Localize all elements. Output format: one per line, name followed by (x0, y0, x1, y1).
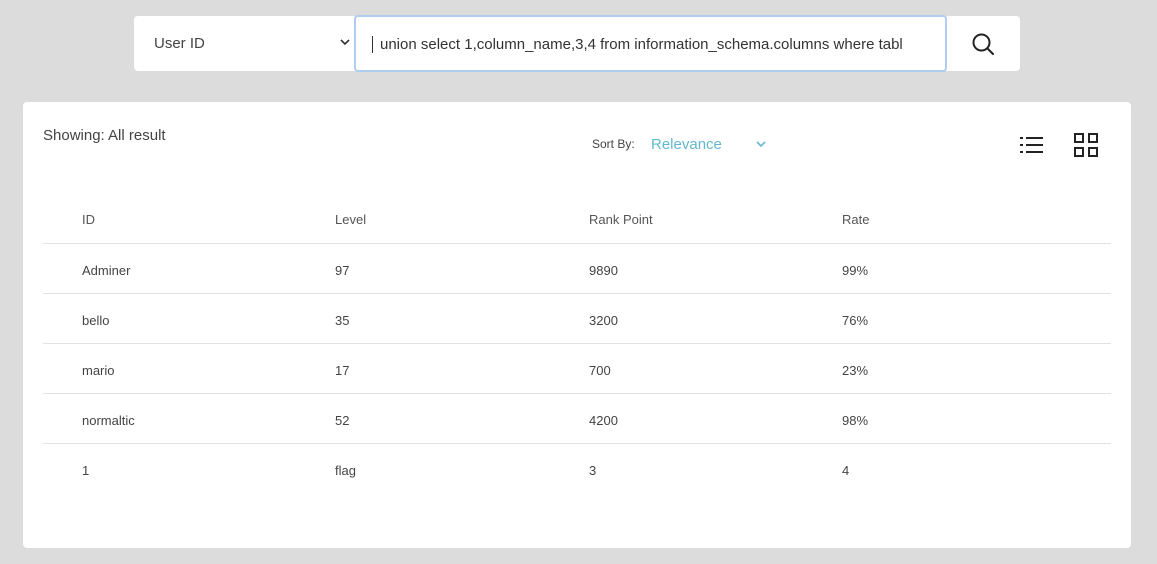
showing-label: Showing: All result (43, 127, 166, 144)
cell-rank-point: 700 (589, 363, 611, 378)
cell-rank-point: 4200 (589, 413, 618, 428)
table-row: normaltic 52 4200 98% (43, 394, 1111, 444)
cell-id: normaltic (82, 413, 135, 428)
cell-rate: 4 (842, 463, 850, 478)
table-row: 1 flag 3 4 (43, 444, 1111, 493)
cell-level: 35 (335, 313, 350, 328)
cell-rank-point: 3200 (589, 313, 618, 328)
search-query-text: union select 1,column_name,3,4 from info… (380, 36, 903, 53)
search-input[interactable]: union select 1,column_name,3,4 from info… (354, 15, 947, 72)
table-row: bello 35 3200 76% (43, 294, 1111, 344)
cell-id: bello (82, 313, 110, 328)
chevron-down-icon (340, 39, 350, 46)
cell-rate: 98% (842, 413, 869, 428)
cell-rank-point: 3 (589, 463, 597, 478)
column-header-id: ID (82, 212, 95, 227)
cell-level: 52 (335, 413, 350, 428)
column-header-rate: Rate (842, 212, 870, 227)
column-header-level: Level (335, 212, 367, 227)
cell-rate: 23% (842, 363, 869, 378)
cell-id: mario (82, 363, 115, 378)
cell-level: 97 (335, 263, 350, 278)
cell-level: flag (335, 463, 356, 478)
cell-rank-point: 9890 (589, 263, 618, 278)
column-header-rank-point: Rank Point (589, 212, 653, 227)
search-icon (972, 33, 994, 55)
cell-id: 1 (82, 463, 90, 478)
text-caret (372, 36, 373, 53)
table-header-row: ID Level Rank Point Rate (43, 194, 1111, 244)
sort-by-label: Sort By: (592, 137, 635, 151)
cell-id: Adminer (82, 263, 131, 278)
results-card: Showing: All result Sort By: Relevance I… (23, 102, 1131, 548)
chevron-down-icon[interactable] (756, 139, 766, 149)
search-filter-select[interactable]: User ID (134, 16, 356, 71)
sort-select[interactable]: Relevance (651, 136, 722, 153)
search-bar: User ID union select 1,column_name,3,4 f… (134, 15, 1020, 72)
list-view-icon[interactable] (1019, 134, 1045, 156)
cell-level: 17 (335, 363, 350, 378)
table-row: Adminer 97 9890 99% (43, 244, 1111, 294)
cell-rate: 76% (842, 313, 869, 328)
grid-view-icon[interactable] (1074, 133, 1098, 157)
table-row: mario 17 700 23% (43, 344, 1111, 394)
results-table: ID Level Rank Point Rate Adminer 97 9890… (43, 194, 1111, 493)
search-button[interactable] (946, 16, 1020, 71)
cell-rate: 99% (842, 263, 869, 278)
search-filter-label: User ID (154, 35, 205, 52)
